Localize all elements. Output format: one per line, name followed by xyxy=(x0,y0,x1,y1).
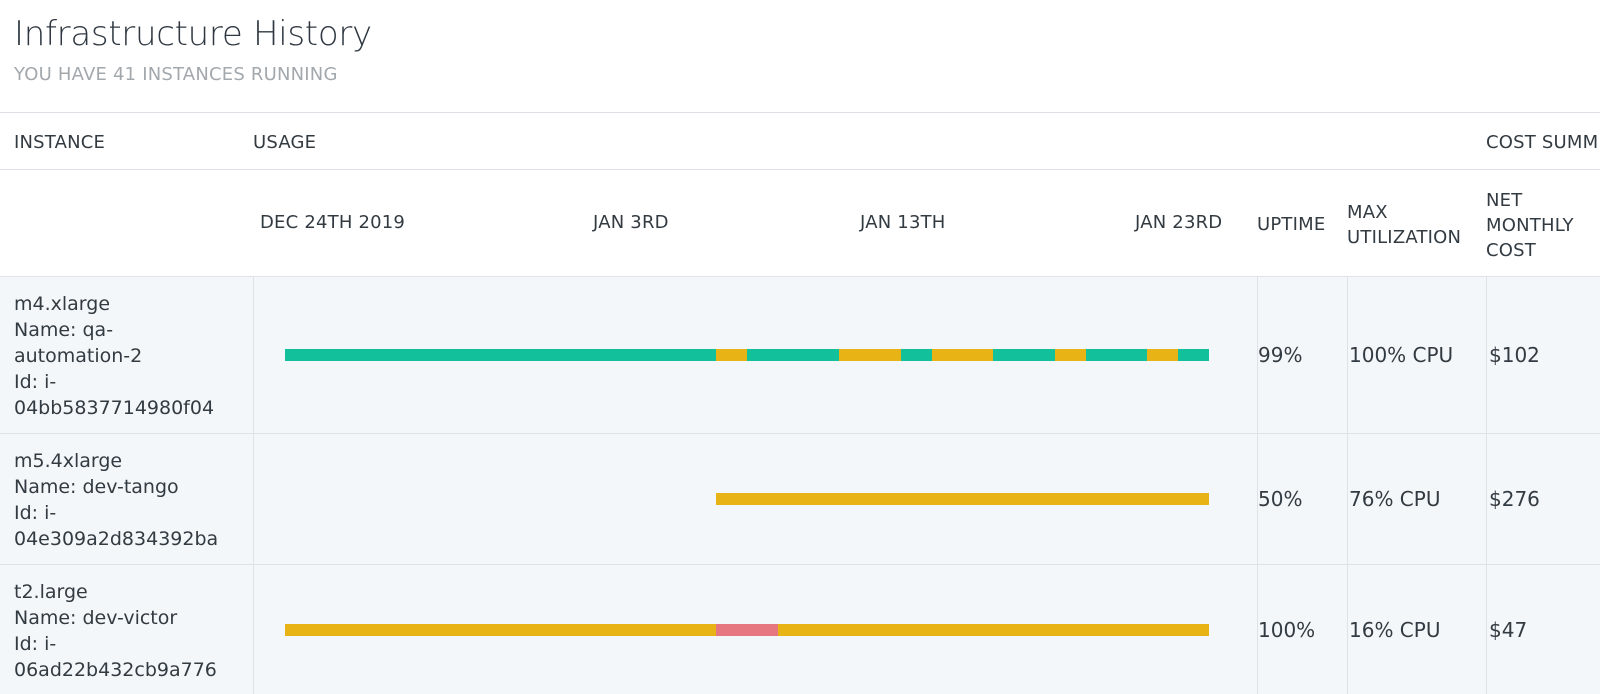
max-utilization-value: 16% CPU xyxy=(1349,618,1441,642)
usage-segment-amber[interactable] xyxy=(1147,349,1179,361)
uptime-value: 99% xyxy=(1258,343,1303,367)
instance-name: automation-2 xyxy=(14,345,143,367)
usage-segment-amber[interactable] xyxy=(1054,349,1086,361)
usage-segment-teal[interactable] xyxy=(993,349,1055,361)
timeline-date: JAN 23RD xyxy=(1135,212,1223,233)
usage-segment-teal[interactable] xyxy=(747,349,840,361)
max-utilization-value: 100% CPU xyxy=(1349,343,1454,367)
column-divider xyxy=(253,277,254,694)
column-header-usage[interactable]: USAGE xyxy=(253,132,316,153)
column-header-max-utilization[interactable]: MAX UTILIZATION xyxy=(1347,200,1461,250)
usage-segment-amber[interactable] xyxy=(839,349,902,361)
instance-type: m4.xlarge xyxy=(14,293,111,315)
timeline-date: JAN 13TH xyxy=(860,212,946,233)
instance-info: m4.xlarge Name: qa- automation-2 Id: i- … xyxy=(14,291,239,421)
divider xyxy=(0,112,1600,113)
usage-segment-amber[interactable] xyxy=(285,624,717,636)
instances-running-subtitle: YOU HAVE 41 INSTANCES RUNNING xyxy=(14,64,338,85)
usage-segment-teal[interactable] xyxy=(1085,349,1148,361)
divider xyxy=(0,169,1600,170)
usage-segment-teal[interactable] xyxy=(901,349,932,361)
max-utilization-value: 76% CPU xyxy=(1349,487,1441,511)
column-divider xyxy=(1347,277,1348,694)
usage-timeline-bar[interactable] xyxy=(285,493,1209,505)
timeline-date: DEC 24TH 2019 xyxy=(260,212,406,233)
header-line: UTILIZATION xyxy=(1347,227,1462,248)
usage-timeline-bar[interactable] xyxy=(285,349,1209,361)
timeline-date: JAN 3RD xyxy=(593,212,669,233)
usage-segment-teal[interactable] xyxy=(1178,349,1209,361)
usage-segment-amber[interactable] xyxy=(716,349,747,361)
uptime-value: 100% xyxy=(1258,618,1316,642)
instance-info: t2.large Name: dev-victor Id: i- 06ad22b… xyxy=(14,579,239,683)
header-line: NET xyxy=(1486,190,1523,211)
net-monthly-cost-value: $47 xyxy=(1489,618,1528,642)
header-line: COST xyxy=(1486,240,1536,261)
instance-name: Name: qa- xyxy=(14,319,114,341)
instance-id: Id: i- xyxy=(14,502,57,524)
page-title: Infrastructure History xyxy=(14,14,372,54)
instance-name: Name: dev-tango xyxy=(14,476,179,498)
column-header-uptime[interactable]: UPTIME xyxy=(1257,212,1325,237)
instance-id: 06ad22b432cb9a776 xyxy=(14,659,217,681)
header-line: MAX xyxy=(1347,202,1388,223)
net-monthly-cost-value: $102 xyxy=(1489,343,1540,367)
page-header: Infrastructure History YOU HAVE 41 INSTA… xyxy=(14,12,372,85)
uptime-value: 50% xyxy=(1258,487,1303,511)
column-header-instance[interactable]: INSTANCE xyxy=(14,132,105,153)
usage-segment-teal[interactable] xyxy=(285,349,717,361)
column-divider xyxy=(1486,277,1487,694)
instance-type: m5.4xlarge xyxy=(14,450,123,472)
instance-id: Id: i- xyxy=(14,371,57,393)
usage-segment-amber[interactable] xyxy=(931,349,994,361)
usage-segment-pink[interactable] xyxy=(716,624,778,636)
instance-info: m5.4xlarge Name: dev-tango Id: i- 04e309… xyxy=(14,448,239,552)
instance-type: t2.large xyxy=(14,581,88,603)
usage-segment-amber[interactable] xyxy=(777,624,1209,636)
column-header-cost-summary[interactable]: COST SUMM xyxy=(1486,132,1598,153)
column-header-net-monthly-cost[interactable]: NET MONTHLY COST xyxy=(1486,188,1574,263)
usage-timeline-bar[interactable] xyxy=(285,624,1209,636)
net-monthly-cost-value: $276 xyxy=(1489,487,1540,511)
instance-id: 04bb5837714980f04 xyxy=(14,397,215,419)
instance-name: Name: dev-victor xyxy=(14,607,178,629)
usage-segment-amber[interactable] xyxy=(716,493,1209,505)
instance-id: Id: i- xyxy=(14,633,57,655)
instance-id: 04e309a2d834392ba xyxy=(14,528,219,550)
header-line: MONTHLY xyxy=(1486,215,1574,236)
